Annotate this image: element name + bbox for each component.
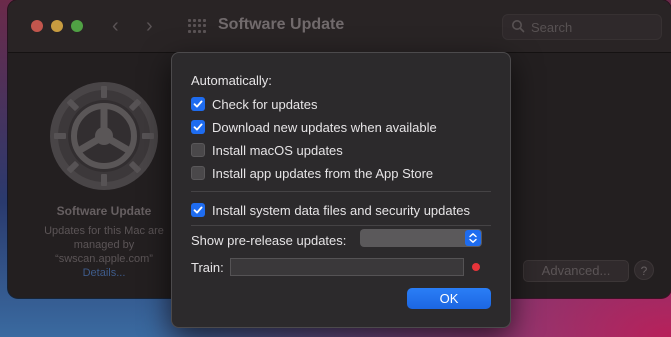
show-all-grid-icon[interactable] bbox=[188, 19, 206, 33]
managed-by-text: Updates for this Mac are managed by “sws… bbox=[16, 224, 192, 280]
status-dot-icon bbox=[472, 263, 480, 271]
checkbox-label: Install macOS updates bbox=[212, 142, 343, 158]
checkmark-icon[interactable] bbox=[191, 97, 205, 111]
install-security-updates-checkbox[interactable]: Install system data files and security u… bbox=[191, 202, 470, 218]
minimize-window-button[interactable] bbox=[51, 20, 63, 32]
prerelease-select[interactable] bbox=[360, 229, 482, 247]
ok-button[interactable]: OK bbox=[407, 288, 491, 309]
help-button[interactable]: ? bbox=[634, 260, 654, 280]
checkbox-label: Download new updates when available bbox=[212, 119, 437, 135]
prerelease-label: Show pre-release updates: bbox=[191, 233, 347, 248]
search-input[interactable]: Search bbox=[502, 14, 662, 40]
install-macos-updates-checkbox[interactable]: Install macOS updates bbox=[191, 142, 343, 158]
close-window-button[interactable] bbox=[31, 20, 43, 32]
divider bbox=[191, 225, 491, 226]
title-bar: ‹ › Software Update Search bbox=[8, 0, 671, 53]
checkbox-box[interactable] bbox=[191, 166, 205, 180]
checkbox-box[interactable] bbox=[191, 143, 205, 157]
train-label: Train: bbox=[191, 260, 224, 275]
divider bbox=[191, 191, 491, 192]
automatically-label: Automatically: bbox=[191, 73, 272, 88]
checkbox-label: Check for updates bbox=[212, 96, 318, 112]
install-app-updates-checkbox[interactable]: Install app updates from the App Store bbox=[191, 165, 433, 181]
search-placeholder: Search bbox=[531, 20, 573, 35]
details-link[interactable]: Details... bbox=[16, 266, 192, 280]
window-title: Software Update bbox=[218, 16, 345, 33]
software-update-gear-icon bbox=[50, 82, 158, 190]
automatic-updates-sheet: Automatically: Check for updates Downloa… bbox=[171, 52, 511, 328]
back-chevron-icon[interactable]: ‹ bbox=[112, 15, 119, 38]
train-input[interactable] bbox=[230, 258, 464, 276]
panel-title: Software Update bbox=[56, 204, 152, 218]
zoom-window-button[interactable] bbox=[71, 20, 83, 32]
checkmark-icon[interactable] bbox=[191, 120, 205, 134]
updown-chevron-icon[interactable] bbox=[465, 230, 481, 246]
advanced-button[interactable]: Advanced... bbox=[523, 260, 629, 282]
download-updates-checkbox[interactable]: Download new updates when available bbox=[191, 119, 437, 135]
search-icon bbox=[512, 20, 525, 33]
checkmark-icon[interactable] bbox=[191, 203, 205, 217]
forward-chevron-icon[interactable]: › bbox=[146, 15, 153, 38]
checkbox-label: Install system data files and security u… bbox=[212, 202, 470, 218]
checkbox-label: Install app updates from the App Store bbox=[212, 165, 434, 181]
check-for-updates-checkbox[interactable]: Check for updates bbox=[191, 96, 318, 112]
